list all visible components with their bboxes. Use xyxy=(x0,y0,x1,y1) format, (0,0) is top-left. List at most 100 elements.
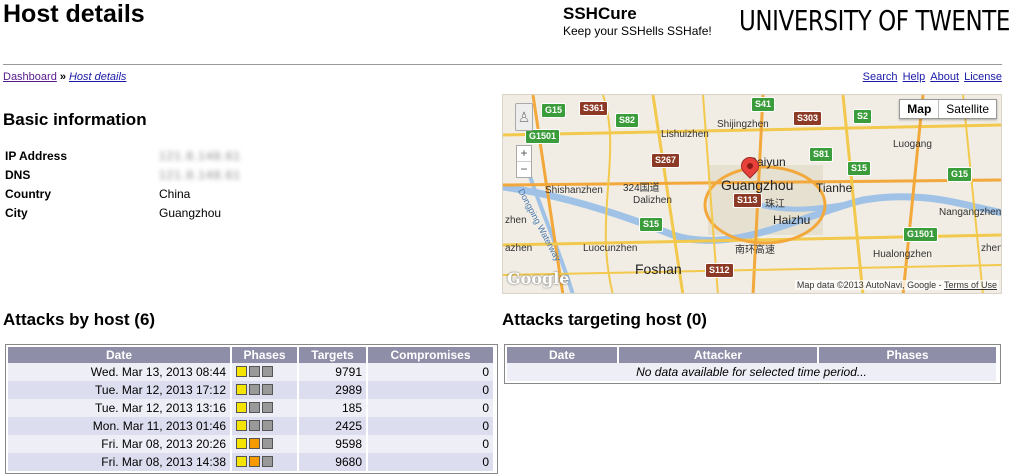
map-label-shijingzhen: Shijingzhen xyxy=(717,119,769,130)
phase-indicator-icon xyxy=(236,402,247,413)
attack-phases xyxy=(232,399,299,417)
attack-targets: 9791 xyxy=(299,363,368,381)
attack-targets: 2425 xyxy=(299,417,368,435)
attack-compromises: 0 xyxy=(368,453,493,471)
phase-indicator-icon xyxy=(262,456,273,467)
attack-compromises: 0 xyxy=(368,363,493,381)
info-row-country: Country China xyxy=(5,184,241,203)
attack-date: Tue. Mar 12, 2013 13:16 xyxy=(8,399,232,417)
attack-date: Fri. Mar 08, 2013 20:26 xyxy=(8,435,232,453)
zoom-out-button[interactable]: − xyxy=(517,161,531,177)
license-link[interactable]: License xyxy=(964,71,1002,83)
road-shield: S112 xyxy=(705,263,734,278)
column-header-phases[interactable]: Phases xyxy=(232,347,299,363)
road-shield: S15 xyxy=(639,217,664,232)
sshcure-brand: SSHCure Keep your SSHells SSHafe! xyxy=(563,4,712,38)
road-shield: S361 xyxy=(579,101,609,116)
ip-value: 121.8.148.61 xyxy=(159,148,242,163)
breadcrumb: Dashboard» Host details xyxy=(3,71,126,83)
map-attribution-text: Map data ©2013 AutoNavi, Google - xyxy=(796,280,944,290)
table-row[interactable]: Fri. Mar 08, 2013 20:26 9598 0 xyxy=(8,435,493,453)
map-type-satellite-button[interactable]: Satellite xyxy=(939,100,996,118)
column-header-date[interactable]: Date xyxy=(507,347,619,363)
attacks-by-host-table: Date Phases Targets Compromises Wed. Mar… xyxy=(8,347,493,471)
basic-info-table: IP Address 121.8.148.61 DNS 121.8.148.61… xyxy=(5,146,241,222)
city-label: City xyxy=(5,205,28,220)
street-view-pegman-icon[interactable]: ♙ xyxy=(515,103,533,131)
map-attribution: Map data ©2013 AutoNavi, Google - Terms … xyxy=(794,280,999,290)
phase-indicator-icon xyxy=(249,456,260,467)
page-title: Host details xyxy=(3,0,145,28)
brand-name: SSHCure xyxy=(563,4,637,23)
help-link[interactable]: Help xyxy=(903,71,926,83)
road-shield: G15 xyxy=(541,103,567,118)
map-label-south-ring: 南环高速 xyxy=(735,245,775,256)
map-label-324-road: 324国道 xyxy=(623,183,660,194)
attack-targets: 9680 xyxy=(299,453,368,471)
road-shield: S303 xyxy=(793,111,823,126)
phase-indicator-icon xyxy=(236,366,247,377)
breadcrumb-dashboard-link[interactable]: Dashboard xyxy=(3,71,57,83)
phase-indicator-icon xyxy=(236,438,247,449)
map-type-map-button[interactable]: Map xyxy=(900,100,940,118)
map-type-control: Map Satellite xyxy=(899,99,997,119)
phase-indicator-icon xyxy=(262,420,273,431)
map-label-dalizhen: Dalizhen xyxy=(633,195,672,206)
phase-indicator-icon xyxy=(262,438,273,449)
attack-phases xyxy=(232,435,299,453)
info-row-ip: IP Address 121.8.148.61 xyxy=(5,146,241,165)
phase-indicator-icon xyxy=(262,384,273,395)
university-logo: UNIVERSITY OF TWENTE. xyxy=(739,4,1009,37)
location-map[interactable]: Shijingzhen Lishuizhen Baiyun Luogang Sh… xyxy=(502,94,1002,294)
map-label-right-zhen: zhen xyxy=(981,243,1002,254)
road-shield: S267 xyxy=(651,153,681,168)
header-divider xyxy=(3,64,1002,65)
map-label-luogang: Luogang xyxy=(893,139,932,150)
column-header-phases[interactable]: Phases xyxy=(819,347,996,363)
empty-table-message: No data available for selected time peri… xyxy=(507,363,996,381)
road-shield: S15 xyxy=(847,161,872,176)
column-header-attacker[interactable]: Attacker xyxy=(619,347,819,363)
attacks-by-host-table-container: Date Phases Targets Compromises Wed. Mar… xyxy=(5,344,498,474)
about-link[interactable]: About xyxy=(930,71,959,83)
country-value: China xyxy=(159,186,191,201)
zoom-in-button[interactable]: + xyxy=(517,146,531,161)
road-shield: S113 xyxy=(733,193,762,208)
table-row[interactable]: Fri. Mar 08, 2013 14:38 9680 0 xyxy=(8,453,493,471)
table-row: No data available for selected time peri… xyxy=(507,363,996,381)
table-row[interactable]: Tue. Mar 12, 2013 13:16 185 0 xyxy=(8,399,493,417)
map-label-left-zhen: azhen xyxy=(505,243,533,254)
column-header-date[interactable]: Date xyxy=(8,347,232,363)
road-shield: G1501 xyxy=(525,129,561,144)
attack-phases xyxy=(232,363,299,381)
map-label-foshan: Foshan xyxy=(635,261,682,277)
attacks-by-host-heading: Attacks by host (6) xyxy=(3,310,156,329)
breadcrumb-host-details-link[interactable]: Host details xyxy=(69,71,126,83)
table-row[interactable]: Tue. Mar 12, 2013 17:12 2989 0 xyxy=(8,381,493,399)
column-header-targets[interactable]: Targets xyxy=(299,347,368,363)
attacks-targeting-host-table-container: Date Attacker Phases No data available f… xyxy=(504,344,1001,384)
map-label-shishanzhen: Shishanzhen xyxy=(545,185,603,196)
table-row[interactable]: Wed. Mar 13, 2013 08:44 9791 0 xyxy=(8,363,493,381)
basic-info-heading: Basic information xyxy=(3,110,147,129)
dns-value: 121.8.148.61 xyxy=(159,167,242,182)
map-label-luocunzhen: Luocunzhen xyxy=(583,243,638,254)
attack-targets: 9598 xyxy=(299,435,368,453)
map-label-tianhe: Tianhe xyxy=(816,181,853,195)
attack-compromises: 0 xyxy=(368,435,493,453)
attack-date: Wed. Mar 13, 2013 08:44 xyxy=(8,363,232,381)
table-row[interactable]: Mon. Mar 11, 2013 01:46 2425 0 xyxy=(8,417,493,435)
road-shield: G1501 xyxy=(903,227,939,242)
ip-label: IP Address xyxy=(5,148,68,163)
phase-indicator-icon xyxy=(249,402,260,413)
road-shield: S2 xyxy=(853,109,873,124)
attack-phases xyxy=(232,381,299,399)
map-label-lishuizhen: Lishuizhen xyxy=(661,129,709,140)
search-link[interactable]: Search xyxy=(863,71,898,83)
top-links: Search Help About License xyxy=(861,71,1002,83)
terms-of-use-link[interactable]: Terms of Use xyxy=(944,280,997,290)
road-shield: S81 xyxy=(809,147,834,162)
column-header-compromises[interactable]: Compromises xyxy=(368,347,493,363)
map-label-left-zhen2: zhen xyxy=(505,215,527,226)
attack-date: Mon. Mar 11, 2013 01:46 xyxy=(8,417,232,435)
